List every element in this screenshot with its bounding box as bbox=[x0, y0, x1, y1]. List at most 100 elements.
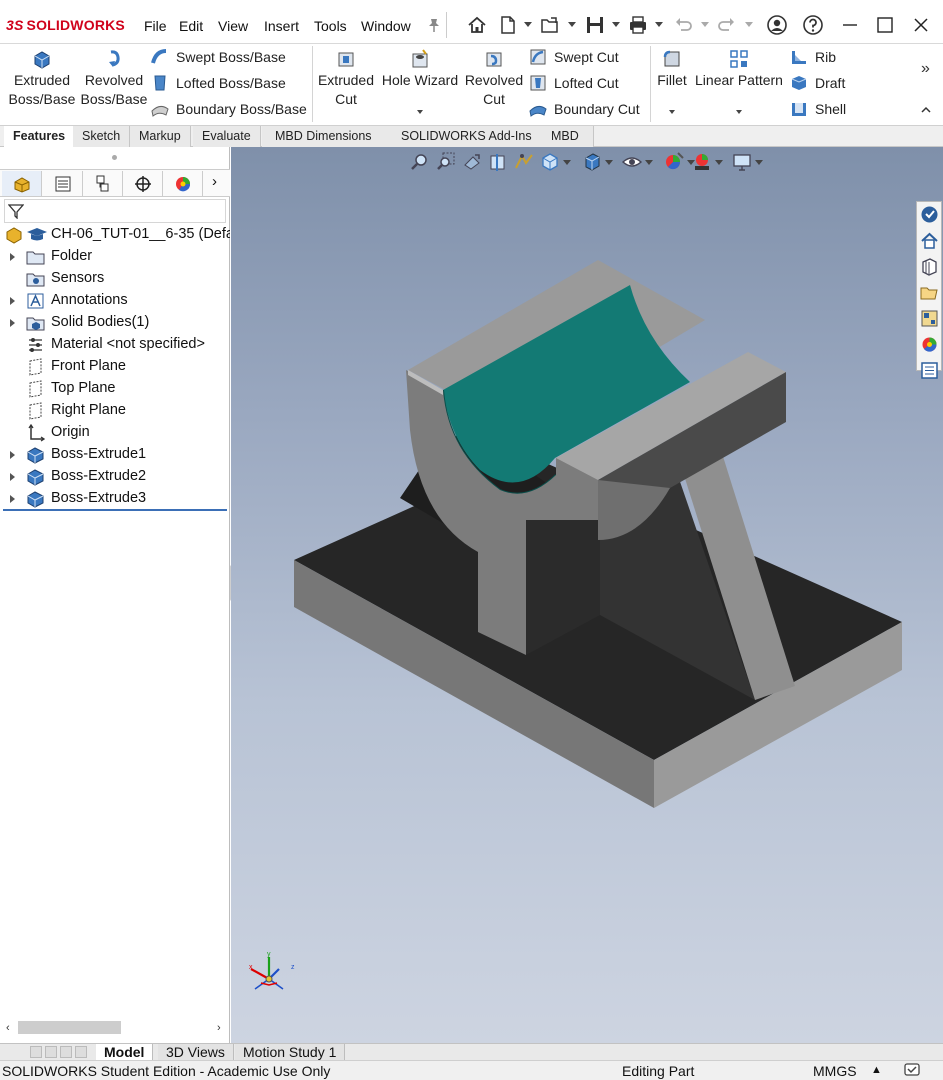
appearances-scenes-icon[interactable] bbox=[919, 334, 940, 355]
previous-tab-nav-icon[interactable] bbox=[45, 1046, 57, 1058]
tree-item[interactable]: Boss-Extrude3 bbox=[0, 488, 230, 510]
displaymanager-tab[interactable] bbox=[163, 171, 203, 196]
draft-button[interactable]: Draft bbox=[789, 72, 845, 94]
tab-solidworks-add-ins[interactable]: SOLIDWORKS Add-Ins bbox=[383, 126, 551, 147]
undo-dropdown-caret[interactable] bbox=[701, 22, 709, 27]
view-settings-caret[interactable] bbox=[755, 160, 763, 165]
menu-window[interactable]: Window bbox=[361, 18, 411, 34]
lofted-boss-button[interactable]: Lofted Boss/Base bbox=[150, 72, 286, 94]
configurationmanager-tab[interactable] bbox=[83, 171, 123, 196]
3d-views-tab[interactable]: 3D Views bbox=[158, 1044, 234, 1061]
menu-edit[interactable]: Edit bbox=[179, 18, 203, 34]
minimize-icon[interactable] bbox=[839, 14, 861, 36]
pin-menu-icon[interactable] bbox=[423, 14, 439, 36]
filter-icon[interactable] bbox=[8, 203, 24, 219]
view-settings-icon[interactable] bbox=[731, 151, 753, 173]
print-icon[interactable] bbox=[627, 14, 649, 36]
first-tab-nav-icon[interactable] bbox=[30, 1046, 42, 1058]
tree-item[interactable]: Top Plane bbox=[0, 378, 230, 400]
close-icon[interactable] bbox=[910, 14, 932, 36]
display-style-caret[interactable] bbox=[605, 160, 613, 165]
section-view-icon[interactable] bbox=[487, 151, 509, 173]
linear-pattern-button[interactable]: Linear Pattern bbox=[694, 48, 784, 90]
tree-item[interactable]: Right Plane bbox=[0, 400, 230, 422]
expand-arrow-icon[interactable] bbox=[10, 253, 15, 261]
home-icon[interactable] bbox=[466, 14, 488, 36]
manager-tabs-more-icon[interactable]: › bbox=[212, 173, 217, 190]
last-tab-nav-icon[interactable] bbox=[75, 1046, 87, 1058]
tab-mbd[interactable]: MBD bbox=[537, 126, 594, 147]
redo-icon[interactable] bbox=[716, 14, 738, 36]
hide-show-items-icon[interactable] bbox=[621, 151, 643, 173]
expand-arrow-icon[interactable] bbox=[10, 495, 15, 503]
boundary-boss-button[interactable]: Boundary Boss/Base bbox=[150, 98, 307, 120]
menu-file[interactable]: File bbox=[144, 18, 167, 34]
propertymanager-tab[interactable] bbox=[43, 171, 83, 196]
tree-filter-bar[interactable] bbox=[4, 199, 226, 223]
panel-grip[interactable] bbox=[112, 155, 117, 160]
revolved-cut-button[interactable]: Revolved Cut bbox=[462, 48, 526, 109]
model-tab[interactable]: Model bbox=[96, 1044, 154, 1061]
boundary-cut-button[interactable]: Boundary Cut bbox=[528, 98, 640, 120]
new-dropdown-caret[interactable] bbox=[524, 22, 532, 27]
user-account-icon[interactable] bbox=[766, 14, 788, 36]
tree-item[interactable]: Origin bbox=[0, 422, 230, 444]
solidworks-logo[interactable]: 3S SOLIDWORKS bbox=[6, 15, 125, 35]
swept-boss-button[interactable]: Swept Boss/Base bbox=[150, 46, 286, 68]
tree-item[interactable]: Sensors bbox=[0, 268, 230, 290]
tree-root-part[interactable]: CH-06_TUT-01__6-35 (Defa bbox=[0, 224, 230, 246]
rib-button[interactable]: Rib bbox=[789, 46, 836, 68]
tree-item[interactable]: Boss-Extrude1 bbox=[0, 444, 230, 466]
rollback-bar[interactable] bbox=[3, 509, 227, 511]
extruded-cut-button[interactable]: Extruded Cut bbox=[315, 48, 377, 109]
scene-caret[interactable] bbox=[715, 160, 723, 165]
apply-scene-icon[interactable] bbox=[691, 151, 713, 173]
undo-icon[interactable] bbox=[672, 14, 694, 36]
tree-item[interactable]: Front Plane bbox=[0, 356, 230, 378]
menu-insert[interactable]: Insert bbox=[264, 18, 299, 34]
extruded-boss-button[interactable]: Extruded Boss/Base bbox=[8, 48, 76, 109]
tree-item[interactable]: Annotations bbox=[0, 290, 230, 312]
next-tab-nav-icon[interactable] bbox=[60, 1046, 72, 1058]
save-dropdown-caret[interactable] bbox=[612, 22, 620, 27]
previous-view-icon[interactable] bbox=[461, 151, 483, 173]
hide-show-caret[interactable] bbox=[645, 160, 653, 165]
part-model[interactable] bbox=[231, 147, 943, 1043]
edit-appearance-icon[interactable] bbox=[663, 151, 685, 173]
solidworks-resources-icon[interactable] bbox=[919, 204, 940, 225]
lofted-cut-button[interactable]: Lofted Cut bbox=[528, 72, 619, 94]
expand-arrow-icon[interactable] bbox=[10, 297, 15, 305]
swept-cut-button[interactable]: Swept Cut bbox=[528, 46, 619, 68]
unit-system-caret-icon[interactable]: ▲ bbox=[871, 1064, 882, 1076]
unit-system[interactable]: MMGS bbox=[813, 1063, 857, 1079]
maximize-icon[interactable] bbox=[874, 14, 896, 36]
expand-arrow-icon[interactable] bbox=[10, 473, 15, 481]
scroll-right-icon[interactable]: › bbox=[217, 1022, 221, 1034]
open-folder-icon[interactable] bbox=[539, 14, 561, 36]
menu-tools[interactable]: Tools bbox=[314, 18, 347, 34]
tab-evaluate[interactable]: Evaluate bbox=[193, 126, 261, 147]
hole-wizard-dropdown[interactable] bbox=[417, 110, 423, 114]
tab-markup[interactable]: Markup bbox=[130, 126, 191, 147]
rebuild-status-icon[interactable] bbox=[903, 1062, 921, 1078]
open-dropdown-caret[interactable] bbox=[568, 22, 576, 27]
design-library-home-icon[interactable] bbox=[919, 230, 940, 251]
new-document-icon[interactable] bbox=[497, 14, 519, 36]
fillet-button[interactable]: Fillet bbox=[654, 48, 690, 90]
scroll-left-icon[interactable]: ‹ bbox=[6, 1022, 10, 1034]
shell-button[interactable]: Shell bbox=[789, 98, 846, 120]
graphics-area[interactable]: x y z bbox=[231, 147, 943, 1043]
collapse-ribbon-icon[interactable] bbox=[921, 102, 931, 113]
redo-dropdown-caret[interactable] bbox=[745, 22, 753, 27]
view-palette-icon[interactable] bbox=[919, 308, 940, 329]
horizontal-scrollbar[interactable]: ‹ › bbox=[0, 1019, 230, 1037]
save-icon[interactable] bbox=[584, 14, 606, 36]
tree-item[interactable]: Boss-Extrude2 bbox=[0, 466, 230, 488]
linear-pattern-dropdown[interactable] bbox=[736, 110, 742, 114]
view-orientation-caret[interactable] bbox=[563, 160, 571, 165]
file-explorer-icon[interactable] bbox=[919, 282, 940, 303]
ribbon-overflow-chevron-icon[interactable]: » bbox=[921, 60, 930, 78]
design-library-icon[interactable] bbox=[919, 256, 940, 277]
zoom-to-area-icon[interactable] bbox=[435, 151, 457, 173]
tab-mbd-dimensions[interactable]: MBD Dimensions bbox=[262, 126, 386, 147]
